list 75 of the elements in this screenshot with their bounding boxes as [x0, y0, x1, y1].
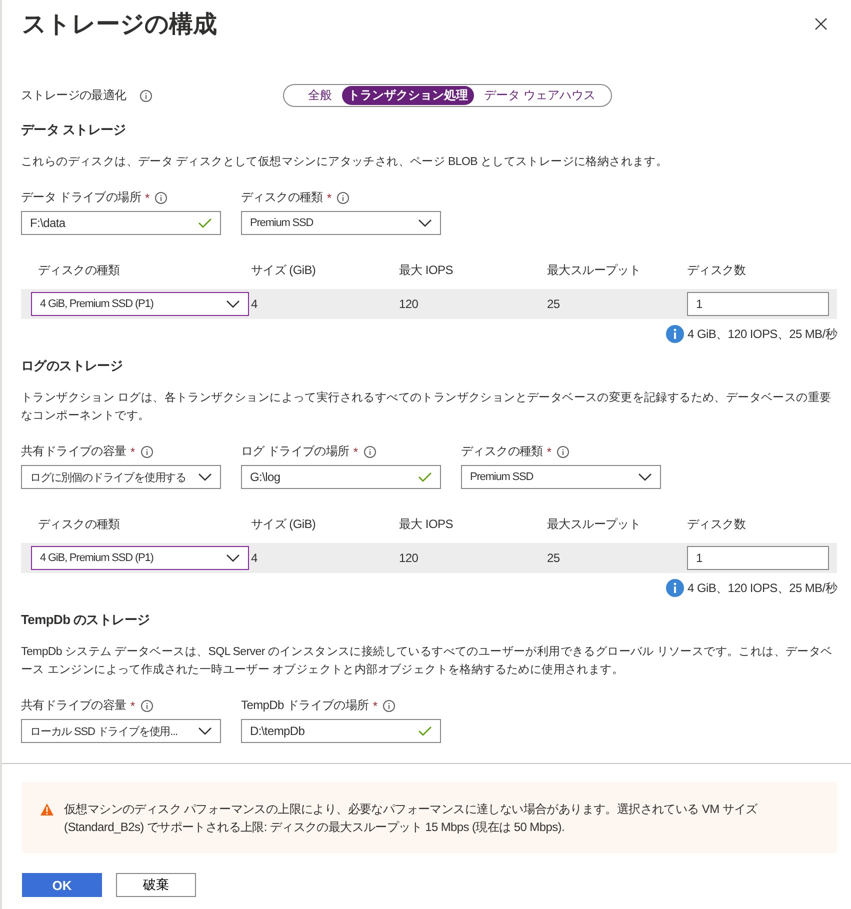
required-mark: * [130, 444, 135, 458]
required-mark: * [145, 190, 150, 204]
column-header: 最大 IOPS [399, 516, 454, 533]
table-cell-text: 25 [547, 550, 561, 567]
info-icon[interactable] [557, 446, 570, 458]
info-icon[interactable] [140, 700, 153, 712]
field-label: ディスクの種類 [461, 443, 543, 460]
info-icon[interactable] [140, 90, 152, 102]
field-label: データ ドライブの場所 [21, 189, 142, 206]
section-heading: ログのストレージ [21, 357, 124, 375]
column-header: 最大スループット [547, 516, 642, 533]
column-header: 最大 IOPS [399, 262, 454, 279]
required-mark: * [372, 698, 378, 712]
table-cell-text: 4 [251, 296, 258, 313]
section-description: トランザクション ログは、各トランザクションによって実行されるすべてのトランザクションとデータベースの変更を記録するため、データベースの重要なコンポーネントです。 [21, 390, 832, 424]
column-header: ディスクの種類 [37, 262, 121, 279]
close-icon[interactable] [815, 18, 827, 30]
chevron-down-icon [226, 300, 240, 308]
dropdown[interactable]: 4 GiB, Premium SSD (P1) [31, 546, 249, 570]
field-label: ストレージの最適化 [21, 87, 126, 104]
column-header: 最大スループット [547, 262, 642, 279]
required-mark: * [353, 444, 358, 458]
column-header: ディスク数 [687, 262, 747, 279]
dropdown[interactable]: ログに別個のドライブを使用する [21, 465, 221, 489]
section-description: TempDb システム データベースは、SQL Server のインスタンスに接続しているすべてのユーザーが利用できるグローバル リソースです。これは、データベース エンジンによって作成された一時ユーザー オブジェクトと内部オブジェクトを格納するために使用されます。 [21, 644, 834, 678]
warning-text: 仮想マシンのディスク パフォーマンスの上限により、必要なパフォーマンスに達しない場合があります。選択されている VM サイズ (Standard_B2s) でサポートされる上限: ディスクの最大スループット 15 Mbps (現在は 50 Mbps). [64, 801, 758, 836]
summary-text: 4 GiB、120 IOPS、25 MB/秒 [688, 326, 837, 342]
table-cell-text: 4 [251, 550, 258, 567]
dropdown[interactable]: Premium SSD [241, 211, 441, 235]
option-tab[interactable]: データ ウェアハウス [478, 86, 602, 105]
dropdown[interactable]: Premium SSD [461, 465, 661, 489]
input-field[interactable]: 1 [687, 292, 829, 316]
info-icon[interactable] [155, 192, 168, 204]
section-description: これらのディスクは、データ ディスクとして仮想マシンにアタッチされ、ページ BLOB としてストレージに格納されます。 [21, 154, 669, 170]
field-label: TempDb ドライブの場所 [241, 697, 369, 714]
chevron-down-icon [638, 473, 652, 481]
info-icon[interactable] [383, 700, 396, 712]
option-tab[interactable]: 全般 [302, 86, 338, 105]
required-mark: * [546, 444, 552, 458]
input-field[interactable]: G:\log [241, 465, 441, 489]
column-header: ディスク数 [687, 516, 747, 533]
field-label: ディスクの種類 [241, 189, 323, 206]
section-heading: TempDb のストレージ [21, 611, 151, 629]
table-cell-text: 25 [547, 296, 561, 313]
column-header: ディスクの種類 [37, 516, 121, 533]
field-label: 共有ドライブの容量 [21, 443, 126, 460]
required-mark: * [326, 190, 332, 204]
option-tab[interactable]: トランザクション処理 [342, 86, 474, 105]
field-label: 共有ドライブの容量 [21, 697, 126, 714]
chevron-down-icon [226, 554, 240, 562]
section-heading: データ ストレージ [21, 121, 127, 139]
input-field[interactable]: 1 [687, 546, 829, 570]
required-mark: * [130, 698, 135, 712]
column-header: サイズ (GiB) [251, 262, 317, 279]
field-label: ログ ドライブの場所 [241, 443, 350, 460]
input-field[interactable]: F:\data [21, 211, 221, 235]
column-header: サイズ (GiB) [251, 516, 317, 533]
info-icon [666, 325, 684, 343]
chevron-down-icon [198, 727, 212, 735]
info-icon[interactable] [364, 446, 376, 458]
info-icon[interactable] [337, 192, 350, 204]
table-cell-text: 120 [399, 296, 420, 313]
info-icon[interactable] [140, 446, 153, 458]
summary-text: 4 GiB、120 IOPS、25 MB/秒 [688, 580, 837, 596]
discard-button[interactable]: 破棄 [116, 873, 196, 897]
input-field[interactable]: D:\tempDb [241, 719, 441, 743]
table-cell-text: 120 [399, 550, 420, 567]
warning-icon [40, 803, 54, 816]
chevron-down-icon [418, 219, 432, 227]
chevron-down-icon [198, 473, 212, 481]
ok-button[interactable]: OK [22, 873, 102, 897]
panel-title: ストレージの構成 [22, 10, 217, 40]
dropdown[interactable]: 4 GiB, Premium SSD (P1) [31, 292, 249, 316]
dropdown[interactable]: ローカル SSD ドライブを使用... [21, 719, 221, 743]
info-icon [666, 579, 684, 597]
